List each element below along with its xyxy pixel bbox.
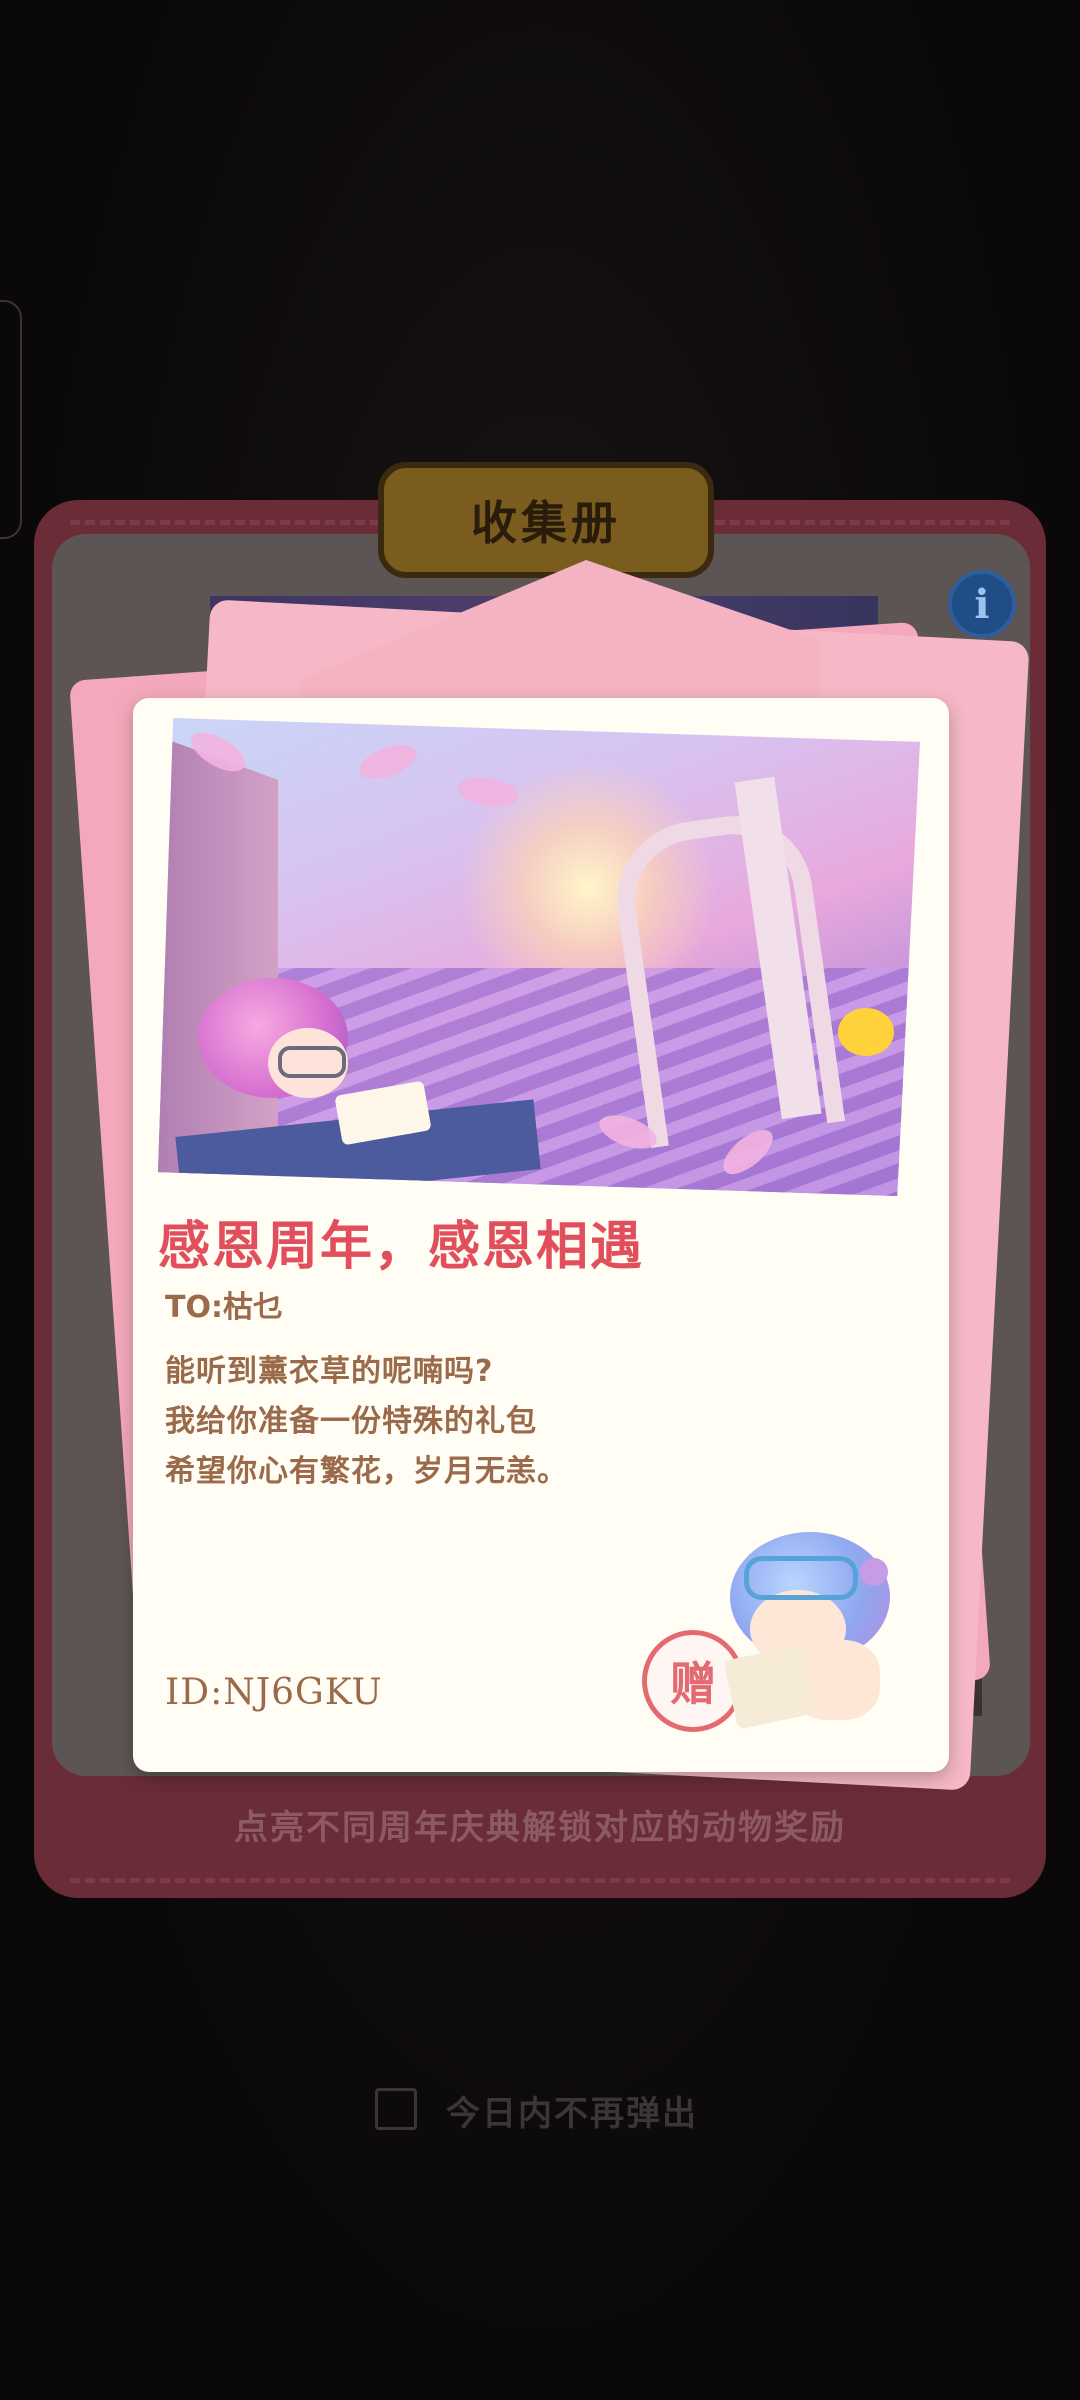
dont-show-today-checkbox[interactable] (375, 2088, 417, 2130)
card-message-line: 我给你准备一份特殊的礼包 (165, 1404, 537, 1439)
collection-title: 收集册 (471, 496, 621, 550)
sheep-glasses (744, 1556, 858, 1600)
card-message-line: 能听到薰衣草的呢喃吗? (165, 1354, 494, 1389)
chick-character (838, 1008, 894, 1056)
girl-glasses (278, 1046, 346, 1078)
collection-footer-text: 点亮不同周年庆典解锁对应的动物奖励 (234, 1808, 846, 1848)
lavender-illustration (158, 718, 920, 1196)
collection-title-plaque: 收集册 (378, 462, 714, 578)
card-title: 感恩周年，感恩相遇 (158, 1217, 645, 1277)
left-edge-tab (0, 300, 22, 539)
flower-icon (860, 1558, 888, 1586)
card-id: ID:NJ6GKU (165, 1672, 383, 1713)
petal (355, 738, 421, 786)
card-recipient: TO:枯乜 (165, 1290, 283, 1325)
info-icon[interactable]: i (948, 570, 1016, 638)
dont-show-today-label[interactable]: 今日内不再弹出 (446, 2086, 698, 2135)
stitch-divider (70, 1878, 1010, 1883)
card-message-line: 希望你心有繁花，岁月无恙。 (165, 1454, 568, 1489)
